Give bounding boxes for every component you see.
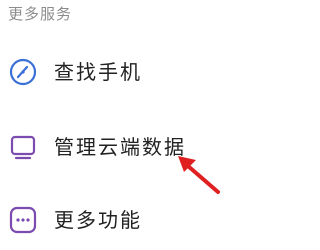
find-phone-label: 查找手机 bbox=[54, 60, 142, 84]
red-arrow-annotation bbox=[178, 156, 220, 194]
manage-cloud-data-item[interactable]: 管理云端数据 bbox=[0, 121, 320, 177]
manage-cloud-data-label: 管理云端数据 bbox=[54, 135, 186, 159]
more-features-label: 更多功能 bbox=[54, 208, 142, 232]
monitor-icon bbox=[8, 132, 38, 162]
compass-icon bbox=[8, 57, 38, 87]
find-phone-item[interactable]: 查找手机 bbox=[0, 46, 320, 102]
section-title: 更多服务 bbox=[8, 5, 73, 23]
more-features-item[interactable]: 更多功能 bbox=[0, 194, 320, 250]
more-dots-icon bbox=[8, 205, 38, 235]
